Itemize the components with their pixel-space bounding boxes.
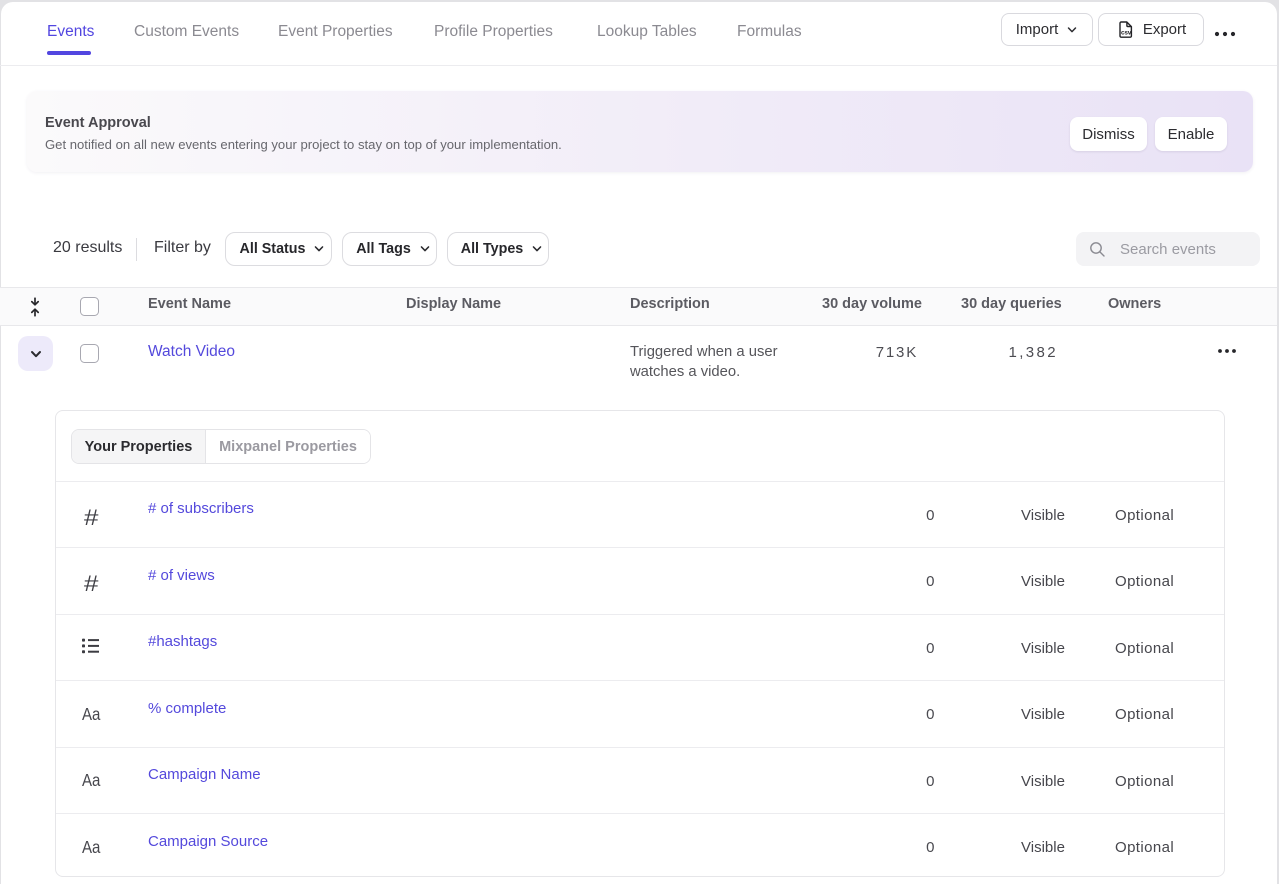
- svg-text:csv: csv: [1121, 30, 1132, 37]
